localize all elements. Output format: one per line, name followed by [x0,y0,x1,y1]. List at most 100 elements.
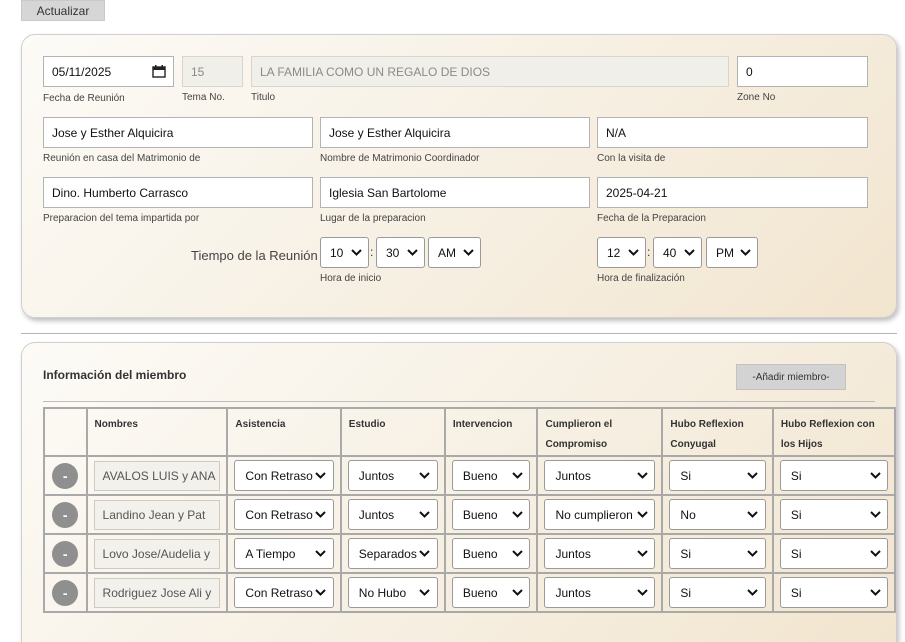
start-time-label: Hora de inicio [320,273,382,284]
reflexion-hijos-select-value: Si [790,468,802,483]
asistencia-select[interactable]: Con Retraso [234,460,334,491]
coordinator-input[interactable]: Jose y Esther Alquicira [320,117,590,148]
compromiso-select[interactable]: Juntos [544,460,656,491]
compromiso-select-value: Juntos [555,468,591,483]
chevron-down-icon [625,249,641,256]
asistencia-select[interactable]: A Tiempo [234,538,334,569]
intervencion-select[interactable]: Bueno [451,538,531,569]
reflexion-conyugal-select-value: No [680,507,696,522]
prep-place-input[interactable]: Iglesia San Bartolome [320,177,590,208]
add-member-button[interactable]: -Añadir miembro- [736,364,846,390]
coordinator-label: Nombre de Matrimonio Coordinador [320,153,480,164]
members-divider [43,401,875,402]
reflexion-hijos-select[interactable]: Si [779,460,888,491]
titulo-label: Titulo [251,92,276,103]
host-input[interactable]: Jose y Esther Alquicira [43,117,313,148]
prep-place-label: Lugar de la preparacion [320,213,426,224]
compromiso-select-value: Juntos [555,585,591,600]
chevron-down-icon [509,550,525,557]
chevron-down-icon [404,249,420,256]
reflexion-conyugal-select[interactable]: No [669,499,766,530]
asistencia-select[interactable]: Con Retraso [234,499,334,530]
start-minute-value: 30 [386,245,400,260]
meeting-date-input[interactable]: 05/11/2025 [43,56,174,87]
remove-cell: - [43,494,88,535]
column-header-intervencion: Intervencion [443,407,539,457]
remove-member-button[interactable]: - [52,462,79,489]
member-name-field: AVALOS LUIS y ANA [93,460,221,491]
reflexion-hijos-select[interactable]: Si [779,499,888,530]
reflexion-conyugal-select[interactable]: Si [669,460,766,491]
meeting-date-value: 05/11/2025 [52,64,112,79]
estudio-select[interactable]: Juntos [347,460,438,491]
start-time-colon: : [370,245,374,259]
compromiso-cell: Juntos [536,533,664,574]
intervencion-select[interactable]: Bueno [451,499,531,530]
estudio-cell: Juntos [339,494,446,535]
prep-date-label: Fecha de la Preparacion [597,213,706,224]
members-table: Nombres Asistencia Estudio Intervencion … [43,407,897,613]
chevron-down-icon [745,550,761,557]
zone-no-input[interactable]: 0 [737,56,868,87]
chevron-down-icon [634,511,650,518]
compromiso-select[interactable]: Juntos [544,538,656,569]
estudio-select[interactable]: No Hubo [347,577,438,608]
asistencia-select-value: A Tiempo [245,546,296,561]
hijos-cell: Si [771,533,897,574]
asistencia-cell: Con Retraso [226,494,342,535]
reflexion-hijos-select[interactable]: Si [779,538,888,569]
name-cell: Rodriguez Jose Ali y [85,572,229,613]
asistencia-select-value: Con Retraso [245,585,313,600]
compromiso-select[interactable]: Juntos [544,577,656,608]
end-minute-select[interactable]: 40 [653,237,702,268]
column-header-reflexion-hijos: Hubo Reflexion con los Hijos [771,407,897,457]
prep-by-input[interactable]: Dino. Humberto Carrasco [43,177,313,208]
remove-member-button[interactable]: - [52,540,79,567]
compromiso-cell: Juntos [536,572,664,613]
intervencion-cell: Bueno [443,533,539,574]
remove-cell: - [43,533,88,574]
start-hour-select[interactable]: 10 [320,237,369,268]
end-hour-value: 12 [607,245,621,260]
prep-date-input[interactable]: 2025-04-21 [597,177,868,208]
intervencion-select[interactable]: Bueno [451,577,531,608]
estudio-select[interactable]: Separados [347,538,438,569]
chevron-down-icon [417,589,433,596]
calendar-icon[interactable] [152,65,166,78]
name-cell: AVALOS LUIS y ANA [85,455,229,496]
visit-label: Con la visita de [597,153,666,164]
start-ampm-select[interactable]: AM [428,237,481,268]
end-ampm-select[interactable]: PM [706,237,758,268]
chevron-down-icon [313,511,329,518]
asistencia-cell: Con Retraso [226,572,342,613]
visit-input[interactable]: N/A [597,117,868,148]
reflexion-conyugal-select[interactable]: Si [669,538,766,569]
compromiso-select-value: Juntos [555,546,591,561]
chevron-down-icon [745,472,761,479]
table-header-row: Nombres Asistencia Estudio Intervencion … [43,407,897,457]
compromiso-select[interactable]: No cumplieron [544,499,656,530]
column-header-nombres: Nombres [85,407,229,457]
reflexion-conyugal-select[interactable]: Si [669,577,766,608]
estudio-select[interactable]: Juntos [347,499,438,530]
reflexion-hijos-select[interactable]: Si [779,577,888,608]
reflexion-hijos-select-value: Si [790,585,802,600]
end-time-colon: : [647,245,651,259]
chevron-down-icon [634,589,650,596]
chevron-down-icon [745,511,761,518]
start-minute-select[interactable]: 30 [376,237,425,268]
chevron-down-icon [313,550,329,557]
zone-no-label: Zone No [737,92,776,103]
reflexion-hijos-select-value: Si [790,507,802,522]
remove-cell: - [43,455,88,496]
actualizar-button[interactable]: Actualizar [21,0,105,21]
intervencion-select[interactable]: Bueno [451,460,531,491]
remove-member-button[interactable]: - [52,579,79,606]
chevron-down-icon [745,589,761,596]
end-hour-select[interactable]: 12 [597,237,646,268]
members-card: Información del miembro -Añadir miembro-… [21,342,897,642]
remove-member-button[interactable]: - [52,501,79,528]
asistencia-select[interactable]: Con Retraso [234,577,334,608]
intervencion-select-value: Bueno [462,585,498,600]
estudio-select-value: Juntos [358,468,395,483]
